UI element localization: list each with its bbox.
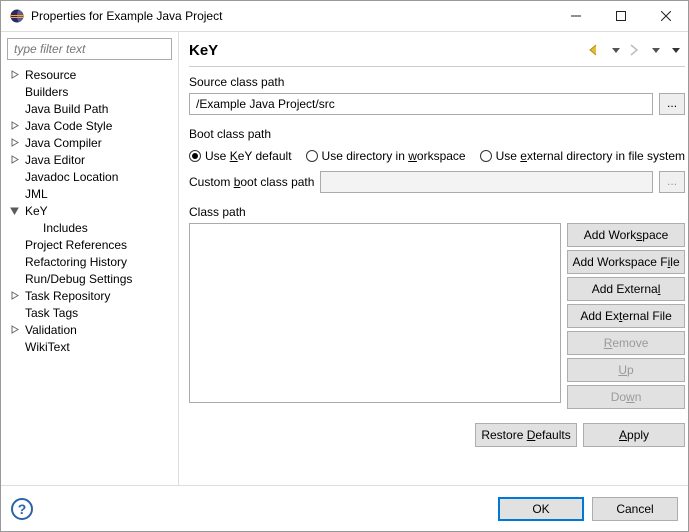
radio-dot-icon xyxy=(189,150,201,162)
up-button: Up xyxy=(567,358,685,382)
tree-item[interactable]: JML xyxy=(1,185,178,202)
tree-item[interactable]: Java Code Style xyxy=(1,117,178,134)
tree-item[interactable]: Builders xyxy=(1,83,178,100)
class-path-label: Class path xyxy=(189,205,685,219)
tree-item[interactable]: Includes xyxy=(1,219,178,236)
tree-item-label: Builders xyxy=(23,85,70,99)
filter-input[interactable] xyxy=(7,38,172,60)
tree-item-label: Javadoc Location xyxy=(23,170,120,184)
tree-item[interactable]: Task Repository xyxy=(1,287,178,304)
tree-item[interactable]: Java Build Path xyxy=(1,100,178,117)
tree-item[interactable]: Project References xyxy=(1,236,178,253)
radio-use-workspace-dir[interactable]: Use directory in workspace xyxy=(306,149,466,163)
chevron-right-icon[interactable] xyxy=(7,153,21,167)
chevron-right-icon[interactable] xyxy=(7,68,21,82)
custom-boot-browse-button: ... xyxy=(659,171,685,193)
tree-item-label: Task Tags xyxy=(23,306,80,320)
tree-item[interactable]: Refactoring History xyxy=(1,253,178,270)
tree-item-label: Refactoring History xyxy=(23,255,129,269)
tree-item[interactable]: Resource xyxy=(1,66,178,83)
tree-item[interactable]: KeY xyxy=(1,202,178,219)
help-icon[interactable]: ? xyxy=(11,498,33,520)
tree-item[interactable]: Javadoc Location xyxy=(1,168,178,185)
chevron-right-icon[interactable] xyxy=(7,323,21,337)
tree-item-label: Java Build Path xyxy=(23,102,110,116)
tree-item-label: Java Code Style xyxy=(23,119,114,133)
tree-item-label: WikiText xyxy=(23,340,72,354)
chevron-down-icon[interactable] xyxy=(7,204,21,218)
source-class-path-browse-button[interactable]: ... xyxy=(659,93,685,115)
ok-button[interactable]: OK xyxy=(498,497,584,521)
tree-item-label: Project References xyxy=(23,238,129,252)
back-button[interactable] xyxy=(587,41,605,59)
titlebar: Properties for Example Java Project xyxy=(1,1,688,31)
tree-item-label: Task Repository xyxy=(23,289,112,303)
close-button[interactable] xyxy=(643,2,688,30)
tree-item[interactable]: Java Editor xyxy=(1,151,178,168)
source-class-path-input[interactable] xyxy=(189,93,653,115)
tree-item-label: JML xyxy=(23,187,50,201)
tree-item-label: Java Editor xyxy=(23,153,87,167)
eclipse-icon xyxy=(9,8,25,24)
minimize-button[interactable] xyxy=(553,2,598,30)
apply-button[interactable]: Apply xyxy=(583,423,685,447)
tree-item-label: KeY xyxy=(23,204,50,218)
property-tree[interactable]: Resource Builders Java Build Path Java Code… xyxy=(1,64,178,485)
radio-use-key-default[interactable]: Use KeY default xyxy=(189,149,292,163)
radio-use-external-dir[interactable]: Use external directory in file system xyxy=(480,149,685,163)
tree-item-label: Includes xyxy=(41,221,90,235)
down-button: Down xyxy=(567,385,685,409)
add-workspace-file-button[interactable]: Add Workspace File xyxy=(567,250,685,274)
forward-button[interactable] xyxy=(627,41,645,59)
view-menu-icon[interactable] xyxy=(667,41,685,59)
cancel-button[interactable]: Cancel xyxy=(592,497,678,521)
forward-menu-icon[interactable] xyxy=(647,41,665,59)
chevron-right-icon[interactable] xyxy=(7,289,21,303)
maximize-button[interactable] xyxy=(598,2,643,30)
window-title: Properties for Example Java Project xyxy=(31,9,553,23)
tree-item[interactable]: Task Tags xyxy=(1,304,178,321)
tree-item[interactable]: WikiText xyxy=(1,338,178,355)
chevron-right-icon[interactable] xyxy=(7,119,21,133)
chevron-right-icon[interactable] xyxy=(7,136,21,150)
custom-boot-class-path-input xyxy=(320,171,653,193)
boot-class-path-label: Boot class path xyxy=(189,127,685,141)
custom-boot-class-path-label: Custom boot class path xyxy=(189,175,314,189)
tree-item-label: Resource xyxy=(23,68,78,82)
tree-item[interactable]: Java Compiler xyxy=(1,134,178,151)
remove-button: Remove xyxy=(567,331,685,355)
source-class-path-label: Source class path xyxy=(189,75,685,89)
tree-item-label: Java Compiler xyxy=(23,136,104,150)
add-workspace-button[interactable]: Add Workspace xyxy=(567,223,685,247)
tree-item[interactable]: Run/Debug Settings xyxy=(1,270,178,287)
add-external-button[interactable]: Add External xyxy=(567,277,685,301)
back-menu-icon[interactable] xyxy=(607,41,625,59)
class-path-list[interactable] xyxy=(189,223,561,403)
add-external-file-button[interactable]: Add External File xyxy=(567,304,685,328)
content-pane: KeY Source class path ... Boot class pat… xyxy=(179,32,689,485)
radio-dot-icon xyxy=(480,150,492,162)
tree-item-label: Validation xyxy=(23,323,79,337)
tree-item[interactable]: Validation xyxy=(1,321,178,338)
tree-item-label: Run/Debug Settings xyxy=(23,272,134,286)
page-title: KeY xyxy=(189,42,585,59)
navigation-pane: Resource Builders Java Build Path Java Code… xyxy=(1,32,179,485)
radio-dot-icon xyxy=(306,150,318,162)
restore-defaults-button[interactable]: Restore Defaults xyxy=(475,423,577,447)
